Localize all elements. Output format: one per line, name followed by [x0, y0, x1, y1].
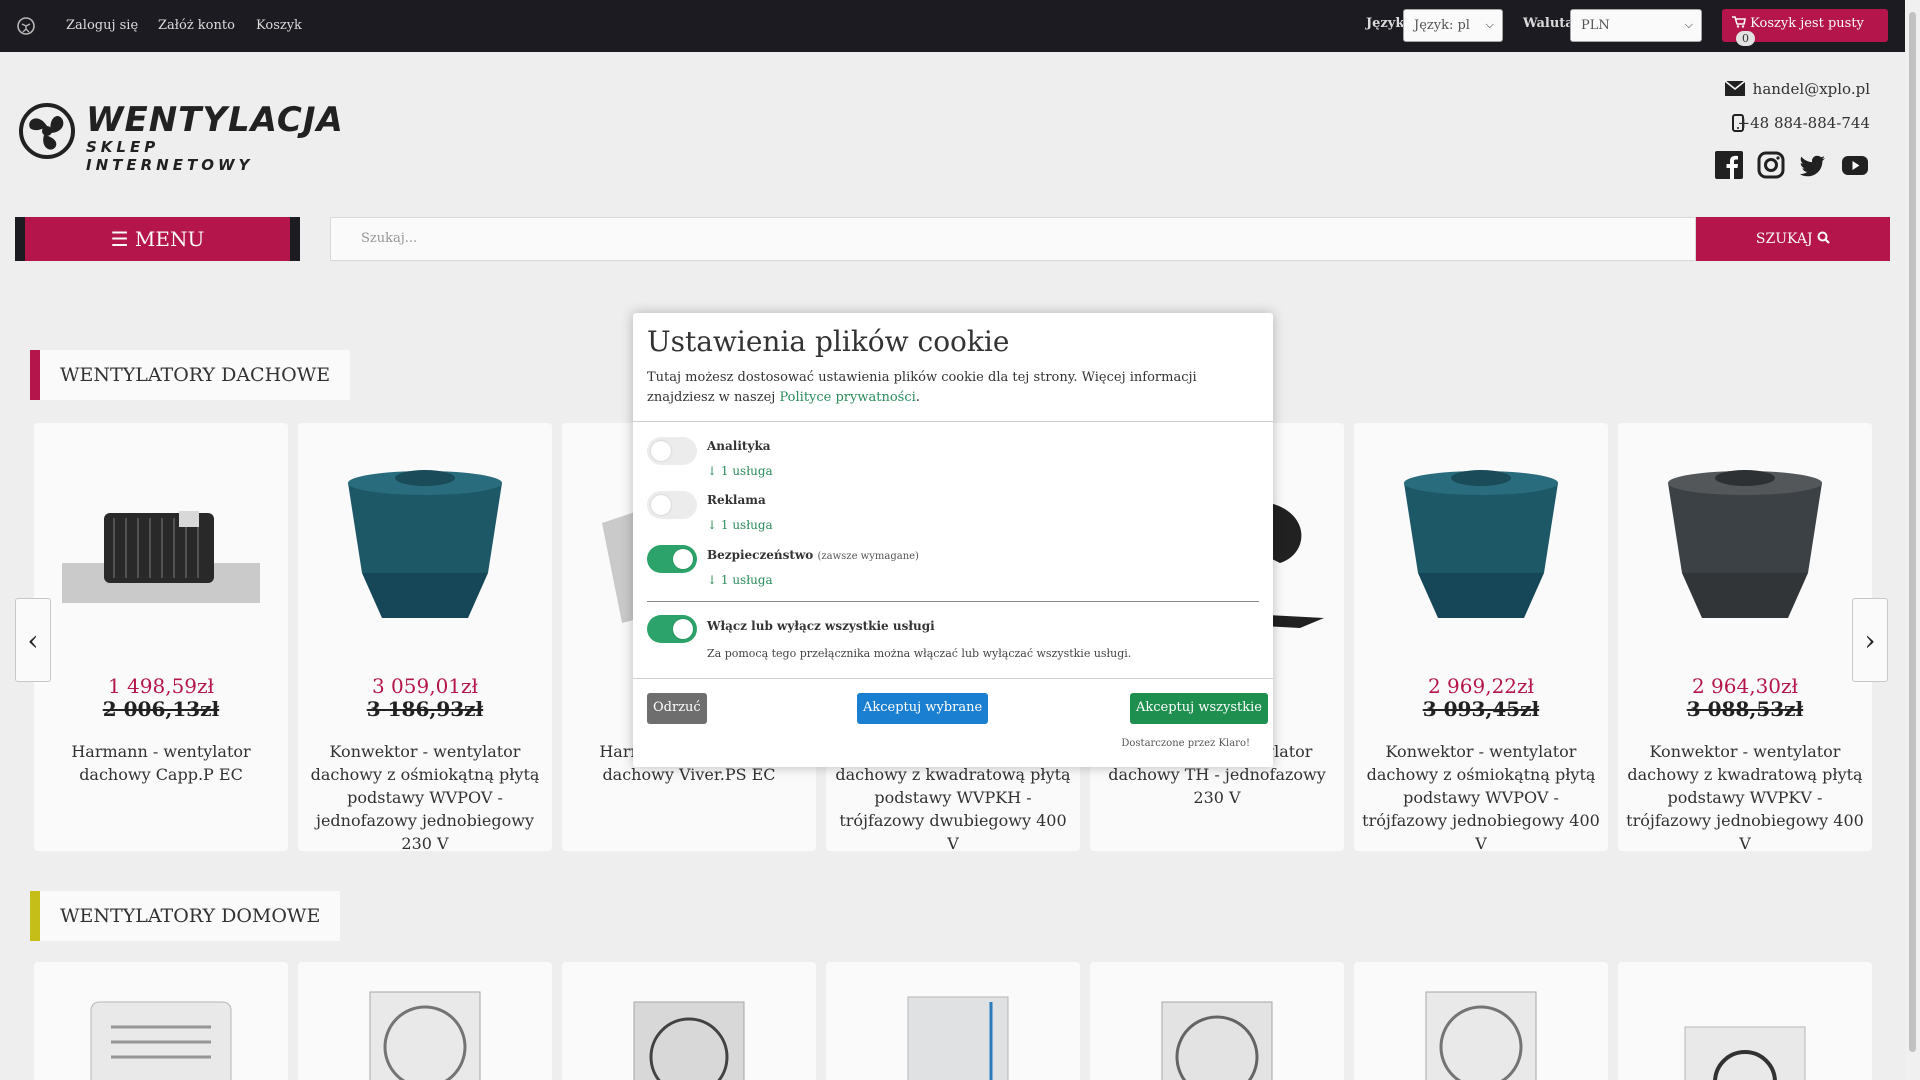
divider	[633, 421, 1273, 422]
modal-intro: Tutaj możesz dostosować ustawienia plikó…	[647, 368, 1257, 408]
purpose-name: Bezpieczeństwo (zawsze wymagane)	[707, 548, 919, 562]
purpose-name: Reklama	[707, 493, 766, 507]
divider	[633, 678, 1273, 679]
purpose-name-text: Bezpieczeństwo	[707, 548, 814, 562]
security-toggle	[647, 545, 697, 573]
decline-button[interactable]: Odrzuć	[647, 693, 707, 724]
privacy-policy-link[interactable]: Polityce prywatności	[779, 390, 915, 405]
toggle-knob	[673, 619, 693, 639]
accept-all-button[interactable]: Akceptuj wszystkie	[1130, 693, 1268, 724]
toggle-knob	[673, 549, 693, 569]
purpose-services-link[interactable]: ↓ 1 usługa	[707, 518, 773, 532]
intro-period: .	[915, 390, 920, 405]
toggle-all-switch[interactable]	[647, 615, 697, 643]
cookie-settings-modal: Ustawienia plików cookie Tutaj możesz do…	[633, 313, 1273, 767]
required-note: (zawsze wymagane)	[817, 551, 919, 562]
purpose-services-link[interactable]: ↓ 1 usługa	[707, 573, 773, 587]
page-scrollbar[interactable]	[1905, 0, 1920, 1080]
toggle-all-label: Włącz lub wyłącz wszystkie usługi	[707, 619, 935, 633]
toggle-knob	[651, 441, 671, 461]
purpose-name: Analityka	[707, 439, 771, 453]
toggle-all-description: Za pomocą tego przełącznika można włącza…	[707, 647, 1132, 660]
advertising-toggle[interactable]	[647, 491, 697, 519]
purpose-services-link[interactable]: ↓ 1 usługa	[707, 464, 773, 478]
analytics-toggle[interactable]	[647, 437, 697, 465]
modal-intro-text: Tutaj możesz dostosować ustawienia plikó…	[647, 370, 1197, 405]
modal-title: Ustawienia plików cookie	[647, 325, 1010, 358]
toggle-knob	[651, 495, 671, 515]
scrollbar-thumb[interactable]	[1909, 12, 1916, 1052]
accept-selected-button[interactable]: Akceptuj wybrane	[857, 693, 989, 724]
powered-by-link[interactable]: Dostarczone przez Klaro!	[1121, 738, 1250, 749]
divider	[647, 601, 1259, 602]
